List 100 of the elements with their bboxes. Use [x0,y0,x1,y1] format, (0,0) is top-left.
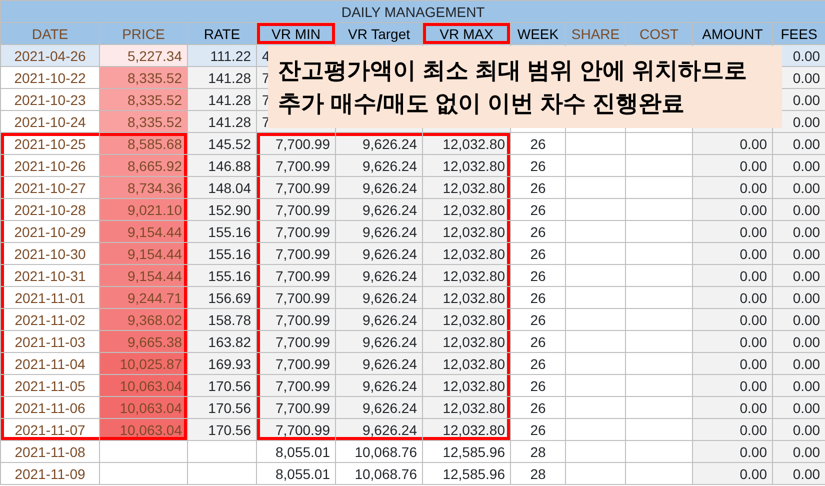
table-cell: 9,626.24 [336,176,422,198]
table-cell: 0.00 [692,352,772,374]
table-cell: 5,227.34 [100,44,188,66]
table-cell: 2021-04-26 [0,44,100,66]
table-cell: 7,700.99 [256,264,336,286]
table-cell: 12,032.80 [422,154,510,176]
table-cell: 26 [510,154,566,176]
table-cell: 12,032.80 [422,198,510,220]
table-cell: 8,734.36 [100,176,188,198]
table-cell: 12,032.80 [422,374,510,396]
table-title: DAILY MANAGEMENT [0,0,825,22]
table-cell: 26 [510,374,566,396]
table-cell: 170.56 [188,396,256,418]
table-cell: 9,244.71 [100,286,188,308]
table-cell: 8,335.52 [100,110,188,132]
table-cell: 28 [510,462,566,484]
table-cell: 7,700.99 [256,374,336,396]
table-cell: 0.00 [692,154,772,176]
column-header: VR MIN [256,22,336,44]
table-cell: 9,626.24 [336,330,422,352]
table-cell: 8,055.01 [256,440,336,462]
table-cell: 2021-10-28 [0,198,100,220]
table-cell: 26 [510,220,566,242]
table-cell: 0.00 [692,440,772,462]
table-cell: 2021-10-26 [0,154,100,176]
table-cell: 0.00 [772,396,825,418]
table-cell: 9,154.44 [100,264,188,286]
table-cell: 0.00 [772,154,825,176]
table-cell: 146.88 [188,154,256,176]
table-cell: 26 [510,132,566,154]
table-cell: 7,700.99 [256,132,336,154]
table-cell: 155.16 [188,220,256,242]
table-cell: 0.00 [692,242,772,264]
table-cell: 7,700.99 [256,308,336,330]
table-cell: 2021-10-31 [0,264,100,286]
table-cell: 2021-11-02 [0,308,100,330]
column-header: WEEK [510,22,566,44]
table-cell: 12,032.80 [422,176,510,198]
table-cell: 26 [510,286,566,308]
table-cell: 9,626.24 [336,374,422,396]
column-header: PRICE [100,22,188,44]
column-header: VR Target [336,22,422,44]
table-cell: 9,626.24 [336,286,422,308]
table-cell: 7,700.99 [256,242,336,264]
table-cell: 12,032.80 [422,418,510,440]
table-cell: 2021-10-23 [0,88,100,110]
table-cell: 9,626.24 [336,418,422,440]
table-cell: 2021-10-30 [0,242,100,264]
column-header: COST [626,22,692,44]
table-cell: 10,063.04 [100,396,188,418]
table-cell: 0.00 [692,220,772,242]
table-cell: 8,055.01 [256,462,336,484]
table-cell: 26 [510,308,566,330]
table-cell: 0.00 [772,308,825,330]
table-cell: 10,068.76 [336,462,422,484]
table-cell: 7,700.99 [256,154,336,176]
table-cell: 2021-11-05 [0,374,100,396]
table-cell: 7,700.99 [256,176,336,198]
table-cell: 2021-10-22 [0,66,100,88]
table-cell: 26 [510,396,566,418]
table-cell: 170.56 [188,374,256,396]
table-cell: 9,626.24 [336,198,422,220]
table-cell: 12,032.80 [422,220,510,242]
table-cell: 12,032.80 [422,396,510,418]
table-cell: 12,032.80 [422,264,510,286]
table-cell: 2021-10-25 [0,132,100,154]
table-cell: 0.00 [772,264,825,286]
table-cell: 26 [510,198,566,220]
table-cell: 2021-11-08 [0,440,100,462]
table-cell: 2021-10-24 [0,110,100,132]
table-cell: 0.00 [772,242,825,264]
table-cell: 148.04 [188,176,256,198]
table-cell: 0.00 [772,440,825,462]
table-cell: 9,626.24 [336,220,422,242]
table-cell: 9,368.02 [100,308,188,330]
column-header: FEES [772,22,825,44]
table-cell: 8,585.68 [100,132,188,154]
table-cell: 7,700.99 [256,198,336,220]
column-header: SHARE [566,22,626,44]
table-cell: 0.00 [692,132,772,154]
table-cell: 9,665.38 [100,330,188,352]
table-cell: 155.16 [188,264,256,286]
table-cell: 141.28 [188,110,256,132]
column-header: DATE [0,22,100,44]
table-cell: 152.90 [188,198,256,220]
table-cell: 2021-10-29 [0,220,100,242]
table-cell: 0.00 [772,462,825,484]
table-cell: 7,700.99 [256,286,336,308]
table-cell: 0.00 [692,330,772,352]
table-cell: 0.00 [772,418,825,440]
table-cell: 0.00 [772,374,825,396]
table-cell: 8,335.52 [100,88,188,110]
table-cell: 2021-11-04 [0,352,100,374]
table-cell: 9,021.10 [100,198,188,220]
table-cell: 145.52 [188,132,256,154]
column-header: VR MAX [422,22,510,44]
table-cell: 141.28 [188,88,256,110]
table-cell: 8,665.92 [100,154,188,176]
table-cell: 26 [510,418,566,440]
table-cell: 10,063.04 [100,418,188,440]
